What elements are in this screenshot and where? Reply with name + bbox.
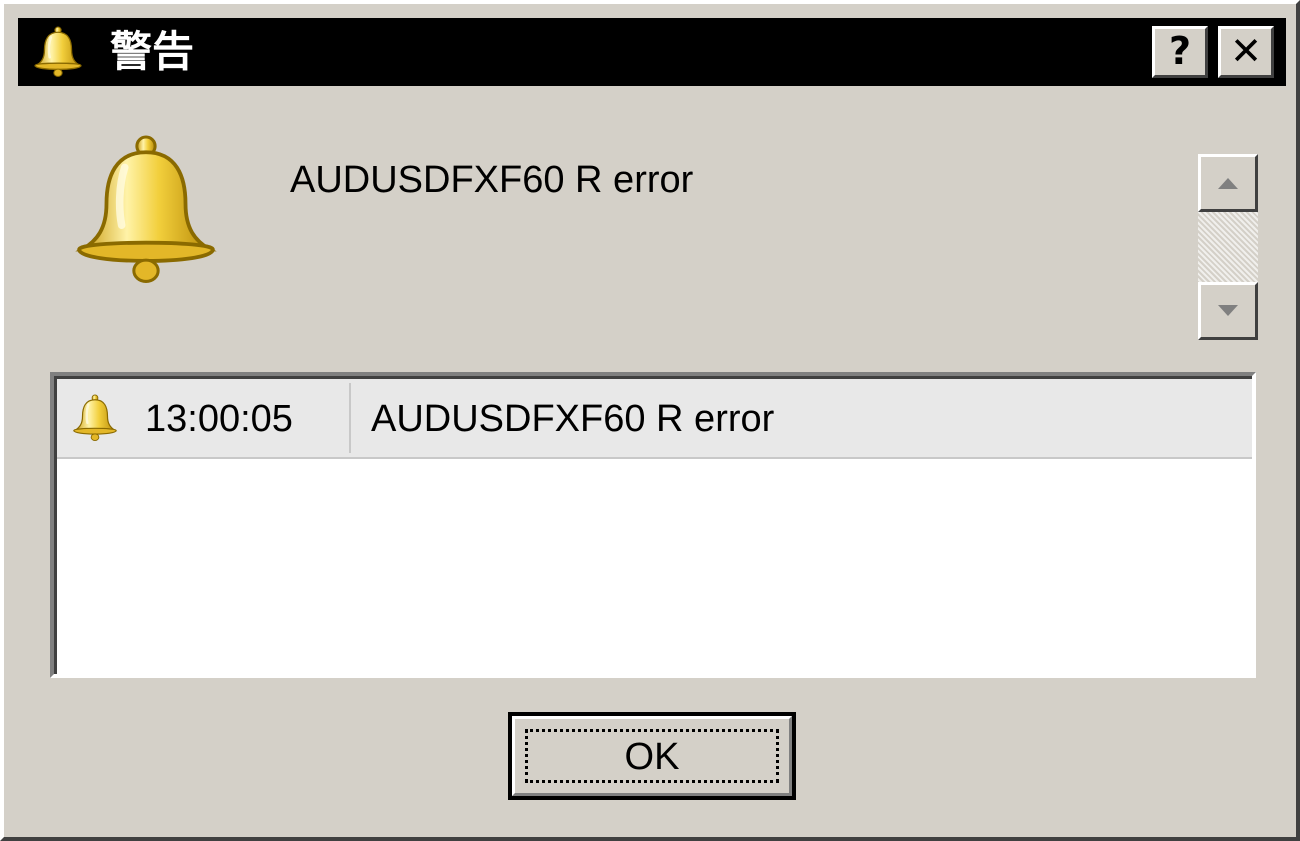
- bell-icon: [68, 134, 224, 286]
- window-title: 警告: [110, 27, 195, 76]
- bell-icon: [32, 24, 84, 80]
- alert-message: AUDUSDFXF60 R error: [290, 159, 694, 201]
- help-button[interactable]: ?: [1152, 26, 1208, 78]
- scroll-down-button[interactable]: [1198, 282, 1258, 340]
- bell-icon: [71, 393, 119, 443]
- ok-button[interactable]: OK: [508, 712, 796, 800]
- arrow-down-icon: [1218, 305, 1238, 316]
- alert-dialog: 警告 ? ✕ AUDUSDFXF60 R error 13:00:05 AUDU…: [0, 0, 1300, 841]
- title-bar[interactable]: 警告 ? ✕: [18, 18, 1286, 86]
- close-button[interactable]: ✕: [1218, 26, 1274, 78]
- column-divider: [349, 383, 351, 453]
- arrow-up-icon: [1218, 178, 1238, 189]
- list-item[interactable]: 13:00:05 AUDUSDFXF60 R error: [57, 379, 1252, 459]
- alert-list[interactable]: 13:00:05 AUDUSDFXF60 R error: [50, 372, 1256, 678]
- scroll-up-button[interactable]: [1198, 154, 1258, 212]
- alert-time: 13:00:05: [145, 398, 293, 440]
- ok-button-label: OK: [624, 736, 680, 778]
- alert-row-message: AUDUSDFXF60 R error: [371, 398, 775, 440]
